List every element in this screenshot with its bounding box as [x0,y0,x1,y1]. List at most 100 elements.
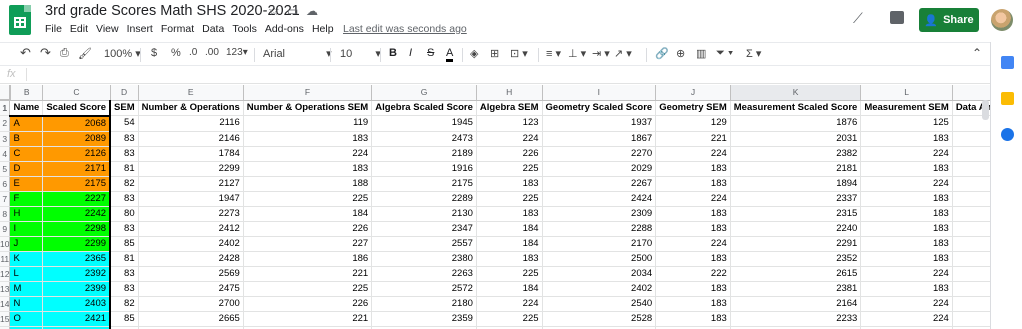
redo-icon[interactable]: ↷ [40,45,51,61]
cell-j[interactable]: 183 [655,296,731,312]
cell-k[interactable]: Measurement Scaled Score [730,100,862,116]
cell-d[interactable]: 85 [110,311,139,327]
cell-h[interactable]: 184 [476,236,543,252]
cell-j[interactable]: 183 [655,311,731,327]
cell-j[interactable]: 183 [655,176,731,192]
cell-k[interactable]: 2031 [730,131,862,147]
cell-e[interactable]: 2412 [138,221,244,237]
cell-e[interactable]: 2428 [138,251,244,267]
star-icon[interactable]: ☆ [268,3,280,19]
cell-f[interactable]: 221 [243,266,373,282]
cell-d[interactable]: 83 [110,266,139,282]
cell-h[interactable]: 224 [476,296,543,312]
cell-g[interactable]: 2473 [371,131,477,147]
cell-f[interactable]: 183 [243,131,373,147]
activity-trend-icon[interactable]: ⟋ [853,10,863,27]
fill-color-icon[interactable]: ◈ [470,47,478,60]
cell-f[interactable]: 221 [243,311,373,327]
cell-h[interactable]: 225 [476,311,543,327]
cell-b[interactable]: D [9,161,44,177]
menu-tools[interactable]: Tools [232,23,257,35]
column-header-l[interactable]: L [860,85,953,101]
sheets-logo-icon[interactable] [9,5,31,35]
cell-c[interactable]: 2175 [42,176,112,192]
vertical-scrollbar[interactable] [982,100,989,120]
cell-m[interactable]: 2131 [952,251,990,267]
cell-k[interactable]: 2381 [730,281,862,297]
cell-h[interactable]: 226 [476,146,543,162]
cell-i[interactable]: 2270 [542,146,657,162]
column-header-f[interactable]: F [243,85,373,101]
cell-b[interactable]: Name [9,100,44,117]
menu-format[interactable]: Format [161,23,194,35]
cell-l[interactable]: 183 [860,281,953,297]
cell-c[interactable]: Scaled Score [42,100,112,117]
cell-l[interactable]: 183 [860,131,953,147]
cell-f[interactable]: 224 [243,146,373,162]
cell-e[interactable]: 2127 [138,176,244,192]
cell-j[interactable]: 183 [655,221,731,237]
cell-d[interactable]: 54 [110,115,139,132]
cell-e[interactable]: 2146 [138,131,244,147]
cell-l[interactable]: 125 [860,115,953,132]
row-number[interactable]: 14 [0,296,11,312]
zoom-select[interactable]: 100% ▾ [104,47,141,60]
menu-help[interactable]: Help [312,23,334,35]
last-edit-link[interactable]: Last edit was seconds ago [343,23,467,35]
calendar-icon[interactable] [1001,56,1014,69]
share-button[interactable]: 👤 Share [919,8,979,32]
cell-m[interactable]: 2469 [952,266,990,282]
cell-f[interactable]: 119 [243,115,373,132]
cell-i[interactable]: 2034 [542,266,657,282]
cell-d[interactable]: 82 [110,296,139,312]
cell-j[interactable]: 224 [655,236,731,252]
cell-g[interactable]: 1945 [371,115,477,132]
paint-format-icon[interactable]: 🖌 [78,47,92,60]
cell-b[interactable]: N [9,296,44,312]
cell-b[interactable]: L [9,266,44,282]
cell-i[interactable]: Geometry Scaled Score [542,100,657,116]
cell-f[interactable]: 184 [243,206,373,222]
cell-k[interactable]: 2291 [730,236,862,252]
cell-j[interactable]: 221 [655,131,731,147]
cell-k[interactable]: 1894 [730,176,862,192]
cell-k[interactable]: 2352 [730,251,862,267]
strikethrough-button[interactable]: S [427,47,434,59]
cell-d[interactable]: 82 [110,176,139,192]
row-number[interactable]: 1 [0,100,11,116]
cell-e[interactable]: 2273 [138,206,244,222]
tasks-icon[interactable] [1001,128,1014,141]
cell-b[interactable]: O [9,311,44,327]
row-number[interactable]: 15 [0,311,11,327]
cell-m[interactable]: 2150 [952,191,990,207]
cell-l[interactable]: 224 [860,311,953,327]
column-header-m[interactable]: M [952,85,990,101]
cell-g[interactable]: 2359 [371,311,477,327]
cell-d[interactable]: 80 [110,206,139,222]
increase-decimal-button[interactable]: .00 [205,47,219,58]
column-header-e[interactable]: E [138,85,244,101]
cell-m[interactable]: 2480 [952,296,990,312]
font-select[interactable]: Arial ▾ [263,47,332,60]
column-header-c[interactable]: C [42,85,111,101]
cell-e[interactable]: 2299 [138,161,244,177]
cell-k[interactable]: 2240 [730,221,862,237]
cell-k[interactable]: 2382 [730,146,862,162]
cell-g[interactable]: 2380 [371,251,477,267]
row-number[interactable]: 13 [0,281,11,297]
cell-l[interactable]: 183 [860,251,953,267]
cell-l[interactable]: Measurement SEM [860,100,953,116]
cell-g[interactable]: 2347 [371,221,477,237]
cell-c[interactable]: 2403 [42,296,112,312]
row-number[interactable]: 6 [0,176,11,192]
row-number[interactable]: 8 [0,206,11,222]
cell-j[interactable]: 183 [655,161,731,177]
cell-m[interactable]: 2192 [952,311,990,327]
cell-m[interactable]: 2154 [952,281,990,297]
cell-c[interactable]: 2242 [42,206,112,222]
cell-h[interactable]: 225 [476,191,543,207]
borders-icon[interactable]: ⊞ [490,47,499,60]
menu-edit[interactable]: Edit [70,23,88,35]
text-wrap-icon[interactable]: ⇥ ▾ [592,47,610,60]
cell-f[interactable]: 188 [243,176,373,192]
